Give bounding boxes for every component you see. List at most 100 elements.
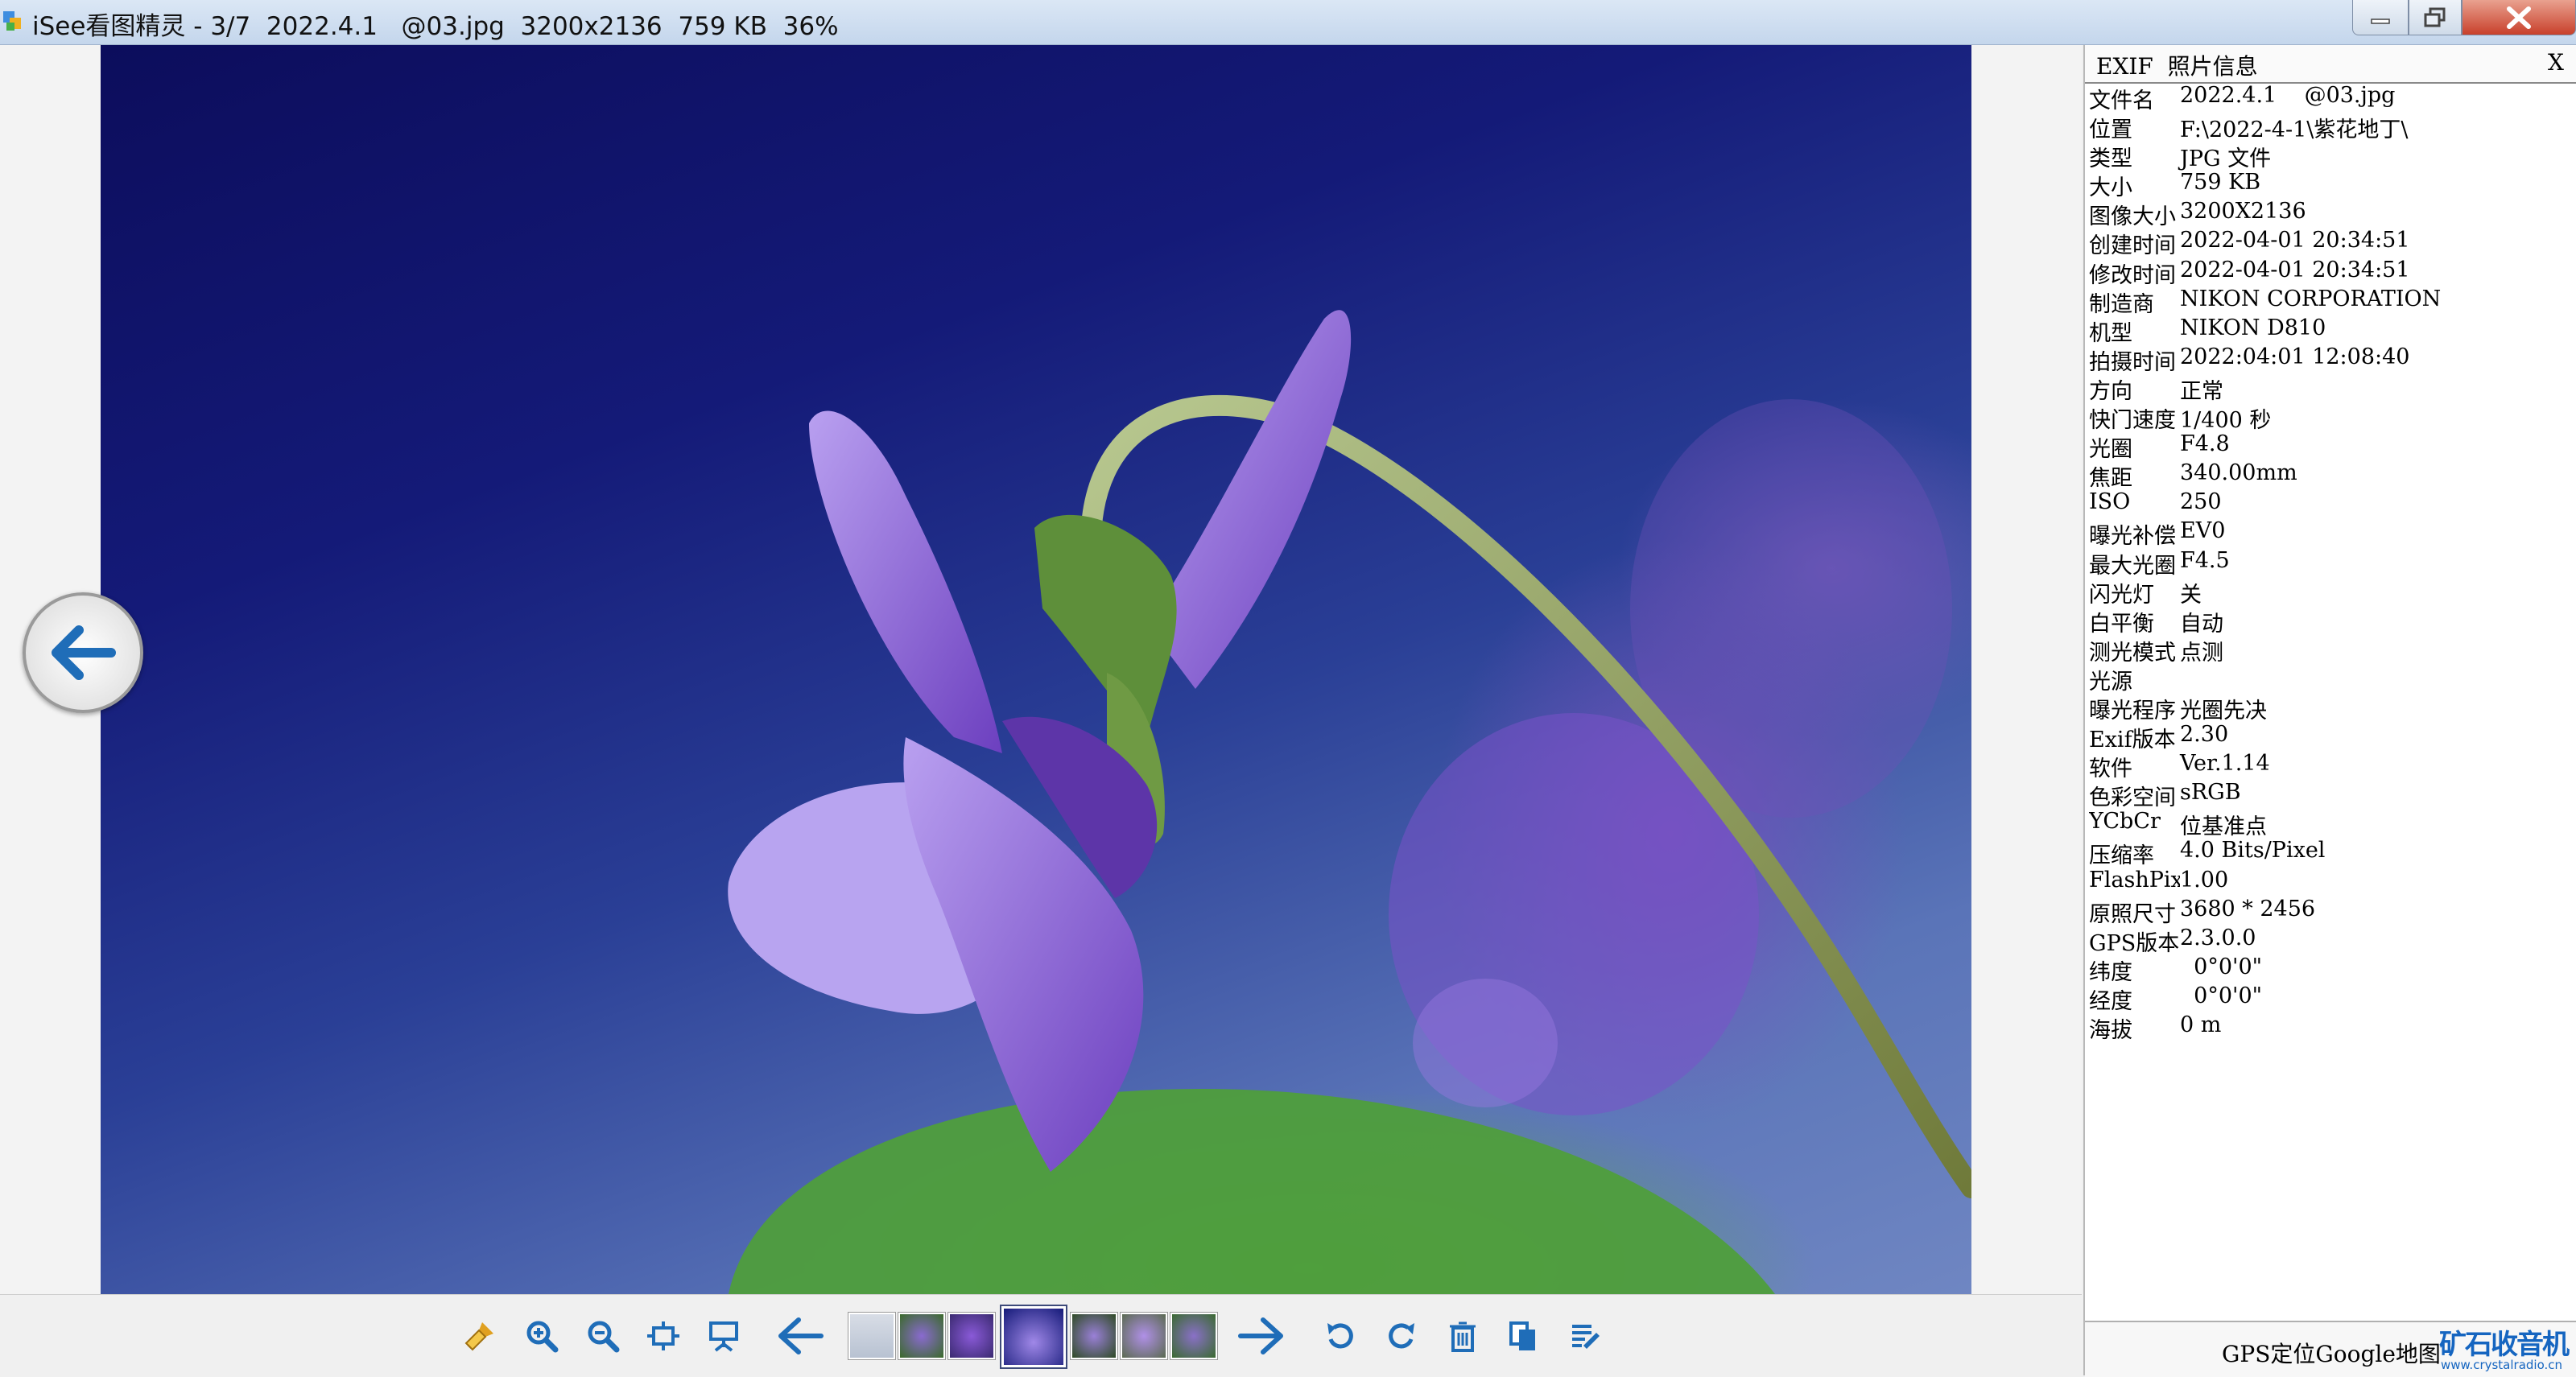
minimize-button[interactable] [2352, 0, 2409, 35]
exif-panel-title: EXIF 照片信息 [2096, 53, 2258, 80]
exif-value: 2022-04-01 20:34:51 [2180, 257, 2410, 282]
gps-bar: GPS定位Google地图 矿石收音机 www.crystalradio.cn [2085, 1321, 2576, 1377]
zoom-out-button[interactable] [578, 1311, 628, 1361]
fit-window-icon [647, 1321, 679, 1350]
exif-key: FlashPix [2089, 867, 2180, 893]
exif-key: 色彩空间 [2089, 785, 2176, 811]
exif-value: 0°0'0" [2180, 954, 2263, 979]
exif-value: 759 KB [2180, 170, 2261, 196]
arrow-left-circle-icon [52, 625, 116, 680]
exif-key: 快门速度 [2089, 408, 2176, 434]
exif-key: 测光模式 [2089, 640, 2176, 666]
thumbnail[interactable] [1071, 1313, 1117, 1359]
thumbnail[interactable] [948, 1313, 995, 1359]
previous-image-button[interactable] [23, 592, 143, 713]
exif-key: YCbCr [2089, 809, 2161, 835]
edit-info-button[interactable] [1560, 1311, 1610, 1361]
exif-key: 文件名 [2089, 89, 2154, 113]
rotate-right-button[interactable] [1377, 1311, 1426, 1361]
delete-icon [1450, 1321, 1476, 1352]
thumbnail[interactable] [1170, 1313, 1217, 1359]
clean-button[interactable] [455, 1311, 505, 1361]
rotate-left-button[interactable] [1315, 1311, 1365, 1361]
edit-info-icon [1572, 1325, 1600, 1349]
flower-illustration [728, 310, 1971, 1294]
title-bar: iSee看图精灵 - 3/7 2022.4.1 @03.jpg 3200x213… [0, 0, 2576, 45]
exif-value: JPG 文件 [2180, 146, 2272, 172]
watermark-logo: 矿石收音机 www.crystalradio.cn [2439, 1322, 2576, 1375]
zoom-out-icon [588, 1321, 620, 1353]
thumbnail[interactable] [898, 1313, 945, 1359]
exif-key: 软件 [2089, 757, 2132, 782]
rotate-left-icon [1327, 1323, 1353, 1349]
exif-key: ISO [2089, 489, 2131, 515]
exif-close-button[interactable]: X [2548, 49, 2564, 76]
exif-value: NIKON CORPORATION [2180, 286, 2442, 311]
thumbnail-active[interactable] [1001, 1306, 1066, 1367]
exif-value: sRGB [2180, 780, 2241, 806]
exif-key: 图像大小 [2089, 204, 2176, 230]
exif-value: 2022:04:01 12:08:40 [2180, 344, 2410, 369]
exif-value: NIKON D810 [2180, 315, 2326, 340]
exif-value: 0°0'0" [2180, 983, 2263, 1008]
exif-key: 光圈 [2089, 437, 2132, 463]
exif-key: 拍摄时间 [2089, 349, 2176, 375]
next-button[interactable] [1236, 1311, 1286, 1361]
exif-key: 创建时间 [2089, 233, 2176, 259]
violet-flower-photo[interactable] [101, 45, 1971, 1294]
copy-button[interactable] [1499, 1311, 1549, 1361]
close-icon [2507, 6, 2531, 29]
previous-button[interactable] [775, 1311, 825, 1361]
maximize-icon [2424, 7, 2446, 27]
previous-arrow-icon [778, 1317, 824, 1354]
exif-key: 光源 [2089, 669, 2132, 695]
exif-key: 压缩率 [2089, 843, 2154, 869]
zoom-in-button[interactable] [517, 1311, 567, 1361]
exif-value: 340.00mm [2180, 460, 2297, 486]
exif-value: Ver.1.14 [2180, 751, 2270, 777]
exif-value: 自动 [2180, 611, 2223, 637]
exif-key: Exif版本 [2089, 728, 2176, 753]
zoom-in-icon [526, 1321, 559, 1353]
copy-icon [1509, 1321, 1535, 1350]
exif-value: 250 [2180, 489, 2222, 515]
thumbnail[interactable] [1121, 1313, 1167, 1359]
bottom-toolbar [0, 1294, 2082, 1376]
gps-google-map-link[interactable]: GPS定位Google地图 [2222, 1337, 2441, 1369]
exif-value: 4.0 Bits/Pixel [2180, 838, 2326, 864]
exif-value: 位基准点 [2180, 814, 2267, 840]
exif-value: F4.8 [2180, 431, 2230, 457]
exif-key: 经度 [2089, 988, 2132, 1014]
exif-value: 2.30 [2180, 722, 2229, 748]
exif-key: 焦距 [2089, 466, 2132, 492]
fit-window-button[interactable] [638, 1311, 688, 1361]
exif-key: 纬度 [2089, 959, 2132, 985]
exif-panel: EXIF 照片信息 X 文件名 2022.4.1 @03.jpg 位置 F:\2022… [2083, 45, 2576, 1377]
exif-value: EV0 [2180, 518, 2226, 544]
exif-value: F:\2022-4-1\紫花地丁\ [2180, 117, 2409, 143]
slideshow-icon [709, 1321, 738, 1352]
exif-key: 原照尺寸 [2089, 901, 2176, 927]
exif-key: 机型 [2089, 320, 2132, 346]
exif-key: 最大光圈 [2089, 553, 2176, 579]
slideshow-button[interactable] [699, 1311, 749, 1361]
image-viewer[interactable] [0, 45, 2082, 1294]
delete-button[interactable] [1438, 1311, 1488, 1361]
thumbnail[interactable] [848, 1313, 895, 1359]
exif-value: 1.00 [2180, 867, 2229, 893]
exif-key: 类型 [2089, 146, 2132, 172]
exif-key: 修改时间 [2089, 262, 2176, 288]
close-window-button[interactable] [2462, 0, 2576, 35]
next-arrow-icon [1238, 1317, 1283, 1354]
exif-key: GPS版本 [2089, 930, 2180, 956]
maximize-button[interactable] [2409, 0, 2462, 35]
exif-value: 光圈先决 [2180, 698, 2267, 724]
window-title: iSee看图精灵 - 3/7 2022.4.1 @03.jpg 3200x213… [32, 12, 839, 41]
exif-value: 0 m [2180, 1012, 2222, 1037]
exif-value: 正常 [2180, 378, 2223, 404]
minimize-icon [2371, 18, 2390, 24]
exif-value: 2022-04-01 20:34:51 [2180, 228, 2410, 254]
exif-value: 3200X2136 [2180, 199, 2306, 225]
watermark-title: 矿石收音机 [2439, 1329, 2570, 1361]
exif-key: 曝光程序 [2089, 698, 2176, 724]
